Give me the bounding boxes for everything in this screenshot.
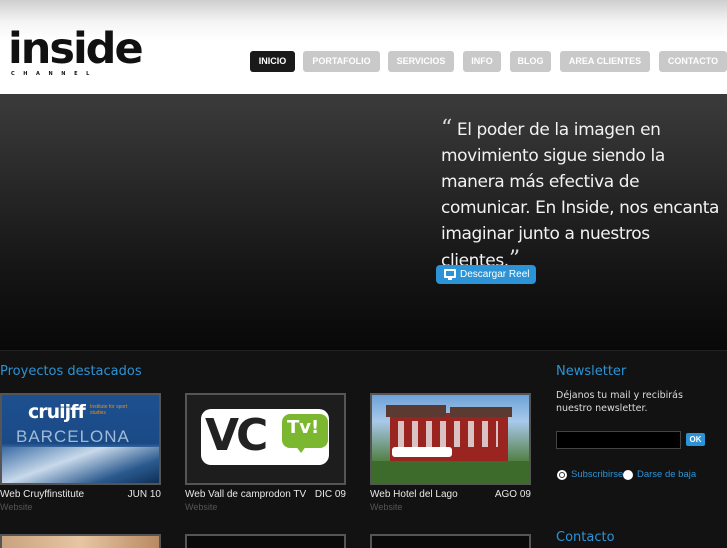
- project-category: Website: [370, 502, 403, 512]
- unsubscribe-label: Darse de baja: [637, 469, 697, 480]
- hotel-awning: [392, 447, 452, 457]
- unsubscribe-radio[interactable]: [623, 470, 633, 480]
- project-category: Website: [0, 502, 33, 512]
- logo-subtitle: CHANNEL: [11, 71, 98, 77]
- cruyff-city-text: BARCELONA: [16, 427, 130, 446]
- site-header: inside CHANNEL INICIO PORTAFOLIO SERVICI…: [0, 0, 727, 94]
- newsletter-description: Déjanos tu mail y recibirás nuestro news…: [556, 390, 683, 414]
- hotel-windows: [398, 421, 498, 447]
- hero-banner: “ El poder de la imagen en movimiento si…: [0, 94, 727, 350]
- hotel-roof-left: [386, 405, 446, 417]
- newsletter-email-input[interactable]: [556, 431, 681, 449]
- nav-inicio[interactable]: INICIO: [250, 51, 295, 72]
- project-date: JUN 10: [127, 489, 161, 500]
- subscribe-radio[interactable]: [557, 470, 567, 480]
- project-date: AGO 09: [494, 489, 531, 500]
- featured-projects-title: Proyectos destacados: [0, 364, 142, 379]
- subscribe-label: Subscribirse: [571, 469, 624, 480]
- nav-area-clientes[interactable]: AREA CLIENTES: [560, 51, 650, 72]
- unsubscribe-option[interactable]: Darse de baja: [623, 469, 703, 481]
- project-title[interactable]: Web Vall de camprodon TV: [185, 489, 306, 500]
- inside-channel-logo[interactable]: inside CHANNEL: [8, 26, 144, 82]
- subscribe-option[interactable]: Subscribirse: [557, 469, 624, 481]
- project-thumbnail[interactable]: [0, 534, 161, 548]
- contact-title: Contacto: [556, 530, 615, 545]
- vctv-logo-text: VC: [205, 410, 268, 461]
- nav-portafolio[interactable]: PORTAFOLIO: [303, 51, 380, 72]
- cruyff-tagline: Institute for sport studies: [90, 404, 128, 416]
- project-thumbnail[interactable]: VC Tv!: [185, 393, 346, 485]
- download-reel-button[interactable]: Descargar Reel: [436, 265, 536, 284]
- newsletter-title: Newsletter: [556, 364, 627, 379]
- tv-badge-tail: [295, 445, 307, 453]
- project-title[interactable]: Web Cruyffinstitute: [0, 489, 84, 500]
- project-thumbnail[interactable]: [370, 393, 531, 485]
- nav-contacto[interactable]: CONTACTO: [659, 51, 727, 72]
- quote-text: El poder de la imagen en movimiento sigu…: [441, 120, 720, 271]
- tv-badge-text: Tv!: [287, 417, 320, 438]
- project-date: DIC 09: [314, 489, 346, 500]
- nav-servicios[interactable]: SERVICIOS: [388, 51, 454, 72]
- hotel-roof-right: [450, 407, 512, 417]
- hotel-lawn: [372, 461, 529, 483]
- project-title[interactable]: Web Hotel del Lago: [370, 489, 458, 500]
- project-category: Website: [185, 502, 218, 512]
- project-thumbnail[interactable]: [185, 534, 346, 548]
- hero-quote: “ El poder de la imagen en movimiento si…: [441, 116, 727, 274]
- quote-open-mark: “: [441, 116, 452, 141]
- monitor-icon: [444, 269, 456, 280]
- project-thumbnail[interactable]: cruijff Institute for sport studies BARC…: [0, 393, 161, 485]
- nav-info[interactable]: INFO: [463, 51, 501, 72]
- cruyff-logo-text: cruijff: [28, 401, 86, 423]
- newsletter-ok-button[interactable]: OK: [686, 433, 705, 446]
- snow-decoration: [2, 447, 159, 483]
- download-reel-label: Descargar Reel: [460, 269, 530, 280]
- nav-blog[interactable]: BLOG: [510, 51, 551, 72]
- logo-wordmark: inside: [8, 24, 144, 74]
- content-area: Proyectos destacados cruijff Institute f…: [0, 350, 727, 548]
- project-thumbnail[interactable]: [370, 534, 531, 548]
